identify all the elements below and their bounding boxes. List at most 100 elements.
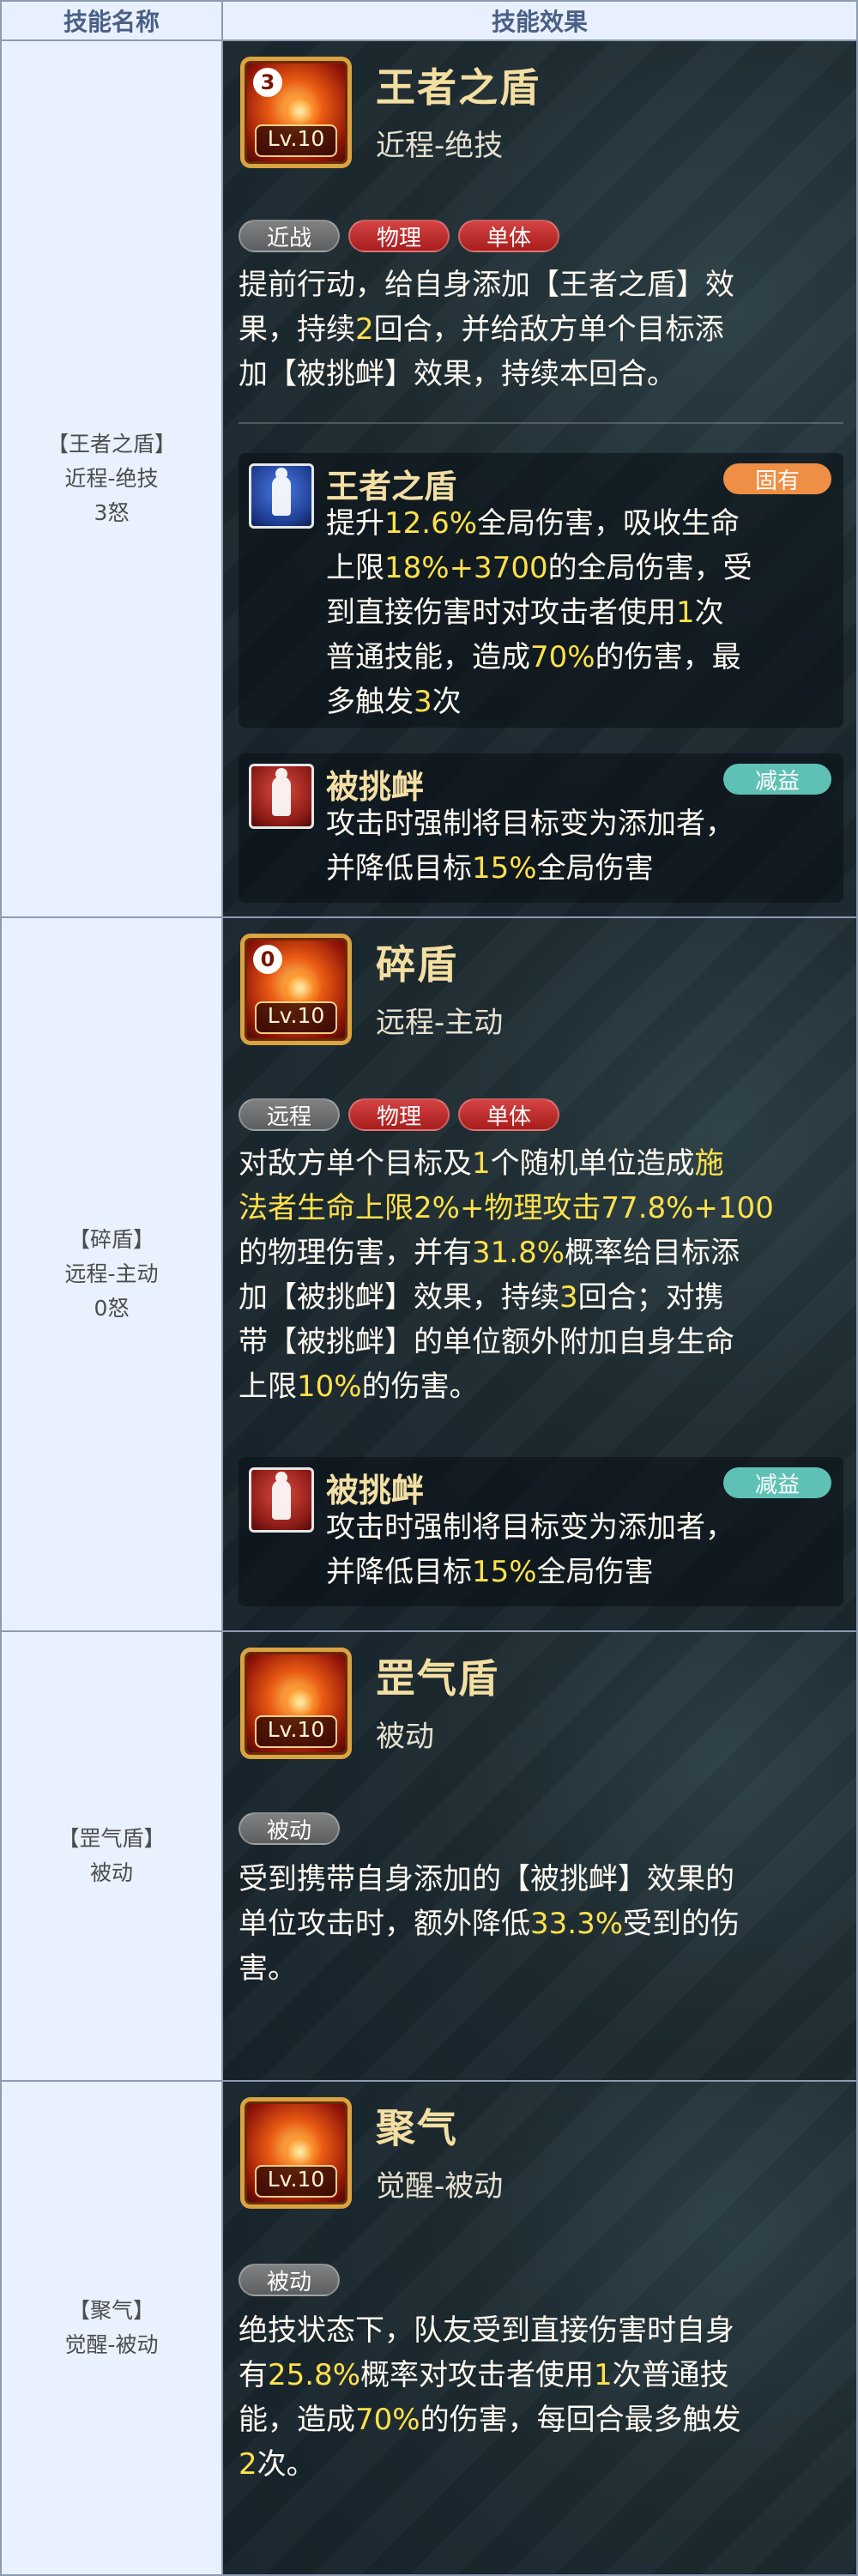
text-segment: 个随机单位造成	[490, 1146, 695, 1181]
text-line: 攻击时强制将目标变为添加者，	[326, 801, 828, 846]
skill-description: 对敌方单个目标及1个随机单位造成施 法者生命上限2%+物理攻击77.8%+100 的…	[239, 1141, 843, 1409]
text-segment: 次	[432, 685, 462, 719]
text-line: 普通技能，造成70%的伤害，最	[326, 635, 828, 680]
skill-summary-cell: 【碎盾】 远程-主动 0怒	[0, 916, 223, 1632]
skill-summary-name: 【聚气】	[68, 2298, 154, 2323]
highlight-value: 25.8%	[268, 2358, 361, 2392]
shield-figure-icon	[249, 463, 314, 529]
skill-type: 近程-绝技	[376, 129, 504, 163]
skill-summary-cell: 【王者之盾】 近程-绝技 3怒	[0, 39, 223, 918]
highlight-value: 法者生命上限2%+物理攻击77.8%+100	[239, 1191, 774, 1225]
text-line: 加【被挑衅】效果，持续本回合。	[239, 352, 843, 396]
skill-tags: 被动	[239, 2264, 340, 2296]
tag-physical: 物理	[348, 1098, 450, 1131]
skill-table: 技能名称 技能效果 【王者之盾】 近程-绝技 3怒 3 Lv.10 王者之盾 近…	[0, 0, 858, 2576]
highlight-value: 18%+3700	[384, 551, 548, 585]
tag-melee: 近战	[239, 220, 340, 252]
highlight-value: 12.6%	[384, 506, 478, 541]
skill-name: 王者之盾	[376, 64, 541, 111]
skill-summary-cost: 0怒	[94, 1296, 130, 1321]
text-line: 到直接伤害时对攻击者使用1次	[326, 590, 828, 635]
highlight-value: 3	[414, 685, 432, 719]
text-segment: 受到的伤	[623, 1907, 740, 1941]
highlight-value: 33.3%	[530, 1907, 624, 1941]
text-segment: 的伤害。	[361, 1370, 479, 1404]
effect-panel: 被挑衅 减益 攻击时强制将目标变为添加者， 并降低目标15%全局伤害	[239, 753, 843, 903]
text-line: 上限18%+3700的全局伤害，受	[326, 546, 828, 590]
text-line: 2次。	[239, 2442, 843, 2487]
header-skill-effect: 技能效果	[221, 0, 858, 41]
text-line: 害。	[239, 1946, 843, 1991]
text-segment: 上限	[326, 551, 384, 585]
text-segment: 次普通技	[612, 2358, 729, 2392]
header-skill-name: 技能名称	[0, 0, 223, 41]
tag-passive: 被动	[239, 2264, 340, 2296]
text-line: 有25.8%概率对攻击者使用1次普通技	[239, 2353, 843, 2398]
text-segment: 次。	[257, 2447, 316, 2482]
tag-single: 单体	[458, 220, 559, 252]
effect-badge-inherent: 固有	[723, 463, 831, 494]
text-line: 攻击时强制将目标变为添加者，	[326, 1505, 828, 1550]
text-segment: 攻击时强制将目标变为添加者，	[326, 807, 734, 841]
skill-description: 受到携带自身添加的【被挑衅】效果的 单位攻击时，额外降低33.3%受到的伤 害。	[239, 1857, 843, 1991]
skill-summary-type: 被动	[89, 1860, 133, 1885]
skill-level: Lv.10	[255, 1715, 337, 1748]
text-segment: 的全局伤害，受	[547, 551, 752, 585]
text-segment: 次	[694, 596, 724, 630]
skill-summary-cell: 【罡气盾】 被动	[0, 1630, 223, 2082]
effect-title: 王者之盾	[326, 468, 457, 505]
text-segment: 普通技能，造成	[326, 640, 530, 674]
text-segment: 害。	[239, 1951, 297, 1986]
highlight-value: 3	[559, 1280, 578, 1315]
skill-type: 觉醒-被动	[376, 2169, 504, 2204]
text-segment: 回合；对携	[577, 1280, 724, 1315]
effect-title: 被挑衅	[326, 1472, 425, 1509]
text-line: 能，造成70%的伤害，每回合最多触发	[239, 2398, 843, 2442]
text-line: 并降低目标15%全局伤害	[326, 1550, 828, 1594]
effect-description: 攻击时强制将目标变为添加者， 并降低目标15%全局伤害	[326, 1505, 828, 1594]
text-segment: 多触发	[326, 685, 414, 719]
text-segment: 全局伤害	[536, 851, 654, 886]
tag-passive: 被动	[239, 1812, 340, 1845]
highlight-value: 1	[676, 596, 695, 630]
text-segment: 的伤害，每回合最多触发	[420, 2403, 741, 2437]
highlight-value: 1	[594, 2358, 613, 2392]
skill-effect-cell: Lv.10 聚气 觉醒-被动 被动 绝技状态下，队友受到直接伤害时自身 有25.8…	[221, 2080, 858, 2576]
highlight-value: 70%	[530, 640, 595, 674]
skill-description: 提前行动，给自身添加【王者之盾】效 果，持续2回合，并给敌方单个目标添 加【被挑衅】…	[239, 263, 843, 396]
text-line: 并降低目标15%全局伤害	[326, 846, 828, 891]
skill-icon: 3 Lv.10	[240, 57, 352, 168]
skill-description: 绝技状态下，队友受到直接伤害时自身 有25.8%概率对攻击者使用1次普通技 能，造成…	[239, 2308, 843, 2487]
text-segment: 概率对攻击者使用	[360, 2358, 595, 2392]
text-line: 绝技状态下，队友受到直接伤害时自身	[239, 2308, 843, 2353]
tag-single: 单体	[458, 1098, 559, 1131]
text-segment: 对敌方单个目标及	[239, 1146, 472, 1181]
skill-type: 远程-主动	[376, 1006, 504, 1040]
text-segment: 的伤害，最	[595, 640, 741, 674]
text-segment: 的物理伤害，并有	[239, 1236, 472, 1270]
text-segment: 并降低目标	[326, 1555, 472, 1589]
effect-description: 提升12.6%全局伤害，吸收生命 上限18%+3700的全局伤害，受 到直接伤害时对…	[326, 501, 828, 724]
highlight-value: 2	[239, 2447, 257, 2482]
skill-name: 罡气盾	[376, 1655, 499, 1702]
skill-summary-name: 【罡气盾】	[57, 1826, 166, 1851]
text-line: 提升12.6%全局伤害，吸收生命	[326, 501, 828, 546]
highlight-value: 15%	[472, 851, 537, 886]
highlight-value: 2	[355, 312, 374, 347]
effect-panel: 王者之盾 固有 提升12.6%全局伤害，吸收生命 上限18%+3700的全局伤害，…	[239, 453, 843, 728]
tag-ranged: 远程	[239, 1098, 340, 1131]
skill-icon: 0 Lv.10	[240, 934, 352, 1045]
skill-level: Lv.10	[255, 1001, 337, 1034]
effect-badge-debuff: 减益	[723, 764, 831, 795]
text-line: 多触发3次	[326, 680, 828, 724]
highlight-value: 70%	[355, 2403, 420, 2437]
text-line: 果，持续2回合，并给敌方单个目标添	[239, 307, 843, 352]
text-line: 法者生命上限2%+物理攻击77.8%+100	[239, 1186, 843, 1231]
text-segment: 有	[239, 2358, 268, 2392]
highlight-value: 31.8%	[472, 1236, 565, 1270]
text-line: 单位攻击时，额外降低33.3%受到的伤	[239, 1902, 843, 1946]
text-segment: 果，持续	[239, 312, 355, 347]
skill-summary-type: 远程-主动	[64, 1261, 159, 1286]
text-segment: 攻击时强制将目标变为添加者，	[326, 1510, 734, 1545]
text-line: 加【被挑衅】效果，持续3回合；对携	[239, 1275, 843, 1320]
